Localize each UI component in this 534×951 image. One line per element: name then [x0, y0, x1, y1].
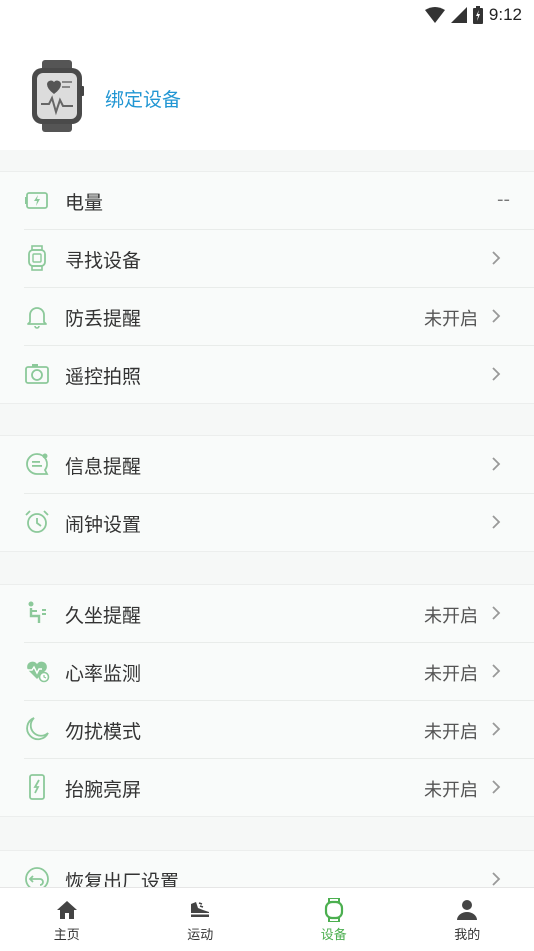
status-bar: 9:12 — [0, 0, 534, 30]
alarm-icon — [24, 509, 50, 535]
nav-me[interactable]: 我的 — [401, 888, 534, 951]
row-label: 寻找设备 — [65, 246, 141, 273]
chevron-right-icon — [488, 250, 504, 266]
bind-device-link[interactable]: 绑定设备 — [105, 85, 181, 112]
watch-icon — [322, 898, 346, 922]
moon-icon — [24, 716, 50, 742]
wrist-raise-icon — [24, 774, 50, 800]
row-label: 遥控拍照 — [65, 362, 141, 389]
chevron-right-icon — [488, 308, 504, 324]
bottom-navigation: 主页 运动 设备 我的 — [0, 887, 534, 951]
row-do-not-disturb[interactable]: 勿扰模式 未开启 — [24, 701, 534, 759]
status-time: 9:12 — [489, 5, 522, 25]
nav-label: 运动 — [187, 924, 213, 943]
chevron-right-icon — [488, 514, 504, 530]
bell-icon — [24, 303, 50, 329]
row-label: 防丢提醒 — [65, 304, 141, 331]
row-value: 未开启 — [424, 776, 478, 802]
row-label: 久坐提醒 — [65, 601, 141, 628]
user-icon — [455, 898, 479, 922]
chevron-right-icon — [488, 366, 504, 382]
settings-group-health: 久坐提醒 未开启 心率监测 未开启 勿扰模式 未开启 抬腕亮屏 未开启 — [0, 584, 534, 817]
battery-status-icon — [473, 6, 483, 24]
row-label: 抬腕亮屏 — [65, 775, 141, 802]
battery-icon — [24, 187, 50, 213]
chevron-right-icon — [488, 605, 504, 621]
row-value: 未开启 — [424, 602, 478, 628]
chevron-right-icon — [488, 779, 504, 795]
sport-icon — [188, 898, 212, 922]
camera-icon — [24, 361, 50, 387]
row-label: 心率监测 — [65, 659, 141, 686]
row-label: 勿扰模式 — [65, 717, 141, 744]
nav-sport[interactable]: 运动 — [134, 888, 268, 951]
nav-label: 设备 — [321, 924, 347, 943]
row-label: 电量 — [65, 188, 103, 215]
row-value: 未开启 — [424, 660, 478, 686]
chevron-right-icon — [488, 456, 504, 472]
chevron-right-icon — [488, 871, 504, 887]
sedentary-icon — [24, 600, 50, 626]
message-icon — [24, 451, 50, 477]
signal-icon — [451, 7, 467, 23]
row-find-device[interactable]: 寻找设备 — [24, 230, 534, 288]
heart-rate-icon — [24, 658, 50, 684]
row-value: 未开启 — [424, 305, 478, 331]
row-remote-camera[interactable]: 遥控拍照 — [24, 346, 534, 403]
row-wrist-raise[interactable]: 抬腕亮屏 未开启 — [24, 759, 534, 816]
settings-group-notify: 信息提醒 闹钟设置 — [0, 435, 534, 552]
battery-value: -- — [497, 189, 510, 210]
settings-group-device: 电量 -- 寻找设备 防丢提醒 未开启 遥控拍照 — [0, 171, 534, 404]
device-header: 绑定设备 — [0, 30, 534, 150]
nav-label: 我的 — [454, 924, 480, 943]
nav-device[interactable]: 设备 — [267, 888, 401, 951]
nav-home[interactable]: 主页 — [0, 888, 134, 951]
row-sedentary[interactable]: 久坐提醒 未开启 — [24, 585, 534, 643]
row-alarm[interactable]: 闹钟设置 — [24, 494, 534, 551]
row-battery: 电量 -- — [24, 172, 534, 230]
row-label: 信息提醒 — [65, 452, 141, 479]
nav-label: 主页 — [54, 924, 80, 943]
row-label: 闹钟设置 — [65, 510, 141, 537]
find-device-icon — [24, 245, 50, 271]
chevron-right-icon — [488, 663, 504, 679]
wifi-icon — [425, 7, 445, 23]
chevron-right-icon — [488, 721, 504, 737]
row-value: 未开启 — [424, 718, 478, 744]
smartwatch-icon — [30, 60, 84, 132]
row-anti-lost[interactable]: 防丢提醒 未开启 — [24, 288, 534, 346]
row-heart-rate[interactable]: 心率监测 未开启 — [24, 643, 534, 701]
row-message-reminder[interactable]: 信息提醒 — [24, 436, 534, 494]
home-icon — [55, 898, 79, 922]
